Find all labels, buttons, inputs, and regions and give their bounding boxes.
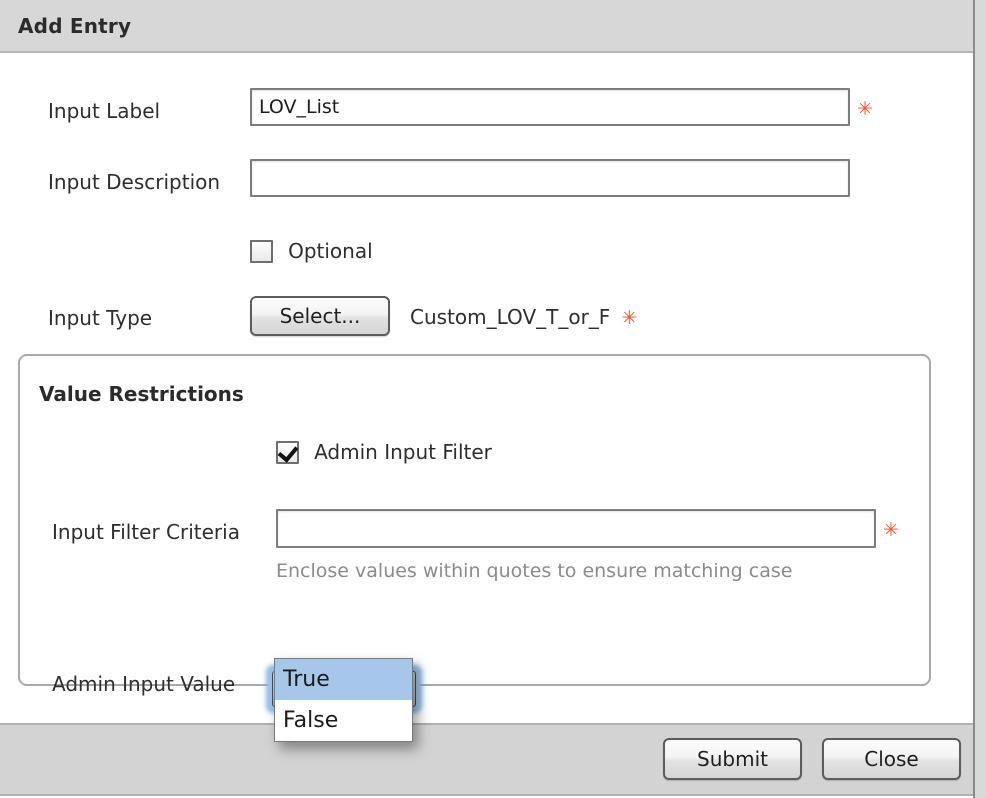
value-restrictions-legend: Value Restrictions — [39, 382, 244, 406]
dialog-footer: Submit Close — [0, 723, 973, 796]
admin-input-filter-row[interactable]: Admin Input Filter — [276, 440, 492, 464]
selected-input-type-wrap: Custom_LOV_T_or_F ✳ — [410, 305, 637, 329]
optional-checkbox[interactable] — [250, 239, 273, 263]
input-filter-criteria-hint: Enclose values within quotes to ensure m… — [276, 560, 793, 582]
admin-input-filter-label: Admin Input Filter — [314, 440, 492, 464]
admin-input-value-label-wrap: Admin Input Value — [52, 672, 235, 696]
input-filter-criteria-label: Input Filter Criteria — [52, 520, 240, 544]
input-type-required-icon: ✳ — [621, 307, 638, 329]
optional-checkbox-row[interactable]: Optional — [250, 239, 373, 263]
input-filter-criteria-input[interactable] — [276, 509, 876, 548]
admin-input-value-label: Admin Input Value — [52, 672, 236, 696]
input-description-label: Input Description — [48, 170, 221, 194]
dropdown-option-false[interactable]: False — [275, 700, 412, 741]
input-type-select-button[interactable]: Select... — [250, 296, 390, 336]
dropdown-option-true[interactable]: True — [275, 659, 412, 700]
admin-input-filter-checkbox[interactable] — [276, 440, 299, 464]
optional-checkbox-label: Optional — [288, 239, 373, 263]
input-filter-criteria-required-icon: ✳ — [883, 519, 899, 541]
input-type-label: Input Type — [48, 306, 153, 330]
input-type-label-wrap: Input Type — [48, 306, 152, 330]
dialog-body: Input Label ✳ Input Description Optional… — [0, 55, 973, 723]
screen-background: Add Entry Input Label ✳ Input Descriptio… — [0, 0, 986, 798]
value-restrictions-panel: Value Restrictions Admin Input Filter In… — [18, 354, 931, 696]
input-label-required-icon: ✳ — [857, 98, 873, 120]
dialog-title: Add Entry — [18, 14, 132, 38]
selected-input-type-value: Custom_LOV_T_or_F — [410, 305, 611, 329]
input-description-input[interactable] — [250, 159, 850, 197]
admin-input-value-dropdown-list[interactable]: True False — [274, 658, 413, 742]
submit-button[interactable]: Submit — [663, 738, 802, 780]
close-button[interactable]: Close — [822, 738, 961, 780]
input-label-label-wrap: Input Label — [48, 99, 160, 123]
input-label-input[interactable] — [250, 88, 850, 126]
input-filter-criteria-label-wrap: Input Filter Criteria — [52, 520, 240, 544]
input-description-label-wrap: Input Description — [48, 170, 220, 194]
add-entry-dialog: Add Entry Input Label ✳ Input Descriptio… — [0, 0, 975, 798]
input-label-label: Input Label — [48, 99, 161, 123]
dialog-titlebar: Add Entry — [0, 0, 973, 53]
